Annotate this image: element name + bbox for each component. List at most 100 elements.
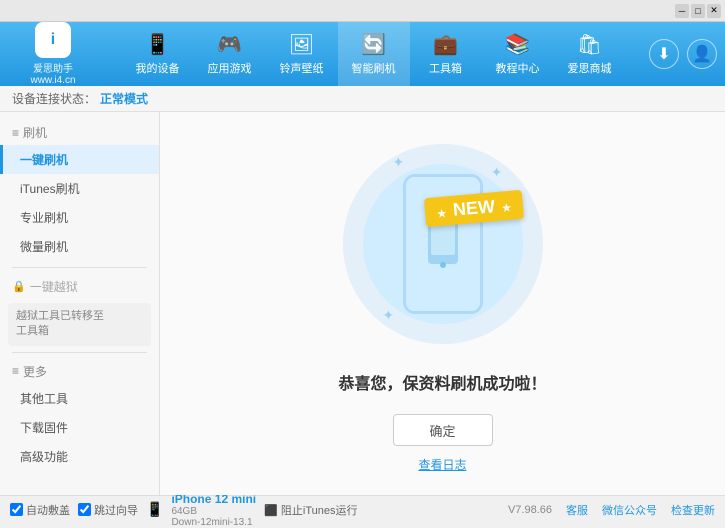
more-section-label: 更多 <box>23 363 47 380</box>
account-button[interactable]: 👤 <box>687 39 717 69</box>
nav-mall[interactable]: 🛍 爱思商城 <box>554 22 626 86</box>
ringtones-icon: 🖼 <box>289 32 314 57</box>
skip-wizard-label: 跳过向导 <box>94 502 138 518</box>
title-bar: ─ □ ✕ <box>0 0 725 22</box>
itunes-flash-label: iTunes刷机 <box>20 180 80 197</box>
toolbox-icon: 💼 <box>433 32 458 57</box>
restore-button[interactable]: □ <box>691 4 705 18</box>
logo-area: i 爱思助手 www.i4.cn <box>8 22 98 86</box>
tutorial-icon: 📚 <box>505 32 530 57</box>
sparkle-1: ✦ <box>393 154 405 171</box>
sidebar-header-more: ≡ 更多 <box>0 359 159 384</box>
nav-toolbox-label: 工具箱 <box>429 60 462 76</box>
main-layout: ≡ 刷机 一键刷机 iTunes刷机 专业刷机 微量刷机 🔒 一键越狱 <box>0 112 725 495</box>
one-key-flash-label: 一键刷机 <box>20 151 68 168</box>
pro-flash-label: 专业刷机 <box>20 209 68 226</box>
sidebar-item-pro-flash[interactable]: 专业刷机 <box>0 203 159 232</box>
check-update-link[interactable]: 检查更新 <box>671 502 715 518</box>
bottom-bar: 自动敷盖 跳过向导 📱 iPhone 12 mini 64GB Down-12m… <box>0 495 725 523</box>
logo-website: www.i4.cn <box>30 75 75 86</box>
more-section-icon: ≡ <box>12 364 19 378</box>
jailbreak-info-text: 越狱工具已转移至工具箱 <box>16 310 104 337</box>
confirm-button[interactable]: 确定 <box>393 414 493 446</box>
nav-apps-games[interactable]: 🎮 应用游戏 <box>194 22 266 86</box>
nav-smart-flash-label: 智能刷机 <box>352 60 396 76</box>
nav-toolbox[interactable]: 💼 工具箱 <box>410 22 482 86</box>
sidebar-item-advanced[interactable]: 高级功能 <box>0 442 159 471</box>
sidebar-section-flash: ≡ 刷机 一键刷机 iTunes刷机 专业刷机 微量刷机 <box>0 120 159 261</box>
success-message: 恭喜您，保资料刷机成功啦！ <box>338 376 546 393</box>
device-model: Down-12mini-13.1 <box>171 517 256 528</box>
sidebar-item-itunes-flash[interactable]: iTunes刷机 <box>0 174 159 203</box>
hero-illustration: NEW ✦ ✦ ✦ <box>333 134 553 354</box>
content-area: NEW ✦ ✦ ✦ 恭喜您，保资料刷机成功啦！ 确定 查看日志 <box>160 112 725 495</box>
nav-my-device-label: 我的设备 <box>136 60 180 76</box>
nav-apps-label: 应用游戏 <box>208 60 252 76</box>
nav-smart-flash[interactable]: 🔄 智能刷机 <box>338 22 410 86</box>
device-storage: 64GB <box>171 506 256 517</box>
bottom-right: V7.98.66 客服 微信公众号 检查更新 <box>508 502 715 518</box>
flash-icon: 🔄 <box>361 32 386 57</box>
nav-right: ⬇ 👤 <box>649 39 717 69</box>
sidebar-item-one-key-flash[interactable]: 一键刷机 <box>0 145 159 174</box>
flash-section-icon: ≡ <box>12 126 19 140</box>
stop-itunes-button[interactable]: ⬛ 阻止iTunes运行 <box>264 502 357 518</box>
sidebar-item-other-tools[interactable]: 其他工具 <box>0 384 159 413</box>
lock-icon: 🔒 <box>12 280 26 293</box>
skip-wizard-input[interactable] <box>78 503 91 516</box>
window-controls: ─ □ ✕ <box>675 4 721 18</box>
sparkle-2: ✦ <box>491 164 503 181</box>
phone-icon: 📱 <box>146 501 163 518</box>
sparkle-3: ✦ <box>383 307 395 324</box>
mall-icon: 🛍 <box>577 32 602 57</box>
minimize-button[interactable]: ─ <box>675 4 689 18</box>
close-button[interactable]: ✕ <box>707 4 721 18</box>
download-firmware-label: 下载固件 <box>20 419 68 436</box>
sidebar-section-jailbreak: 🔒 一键越狱 越狱工具已转移至工具箱 <box>0 274 159 346</box>
jailbreak-info-box: 越狱工具已转移至工具箱 <box>8 303 151 346</box>
micro-flash-label: 微量刷机 <box>20 238 68 255</box>
skip-wizard-checkbox[interactable]: 跳过向导 <box>78 502 138 518</box>
auto-close-input[interactable] <box>10 503 23 516</box>
sidebar-item-download-firmware[interactable]: 下载固件 <box>0 413 159 442</box>
advanced-label: 高级功能 <box>20 448 68 465</box>
jailbreak-section-label: 一键越狱 <box>30 278 78 295</box>
nav-ringtones-label: 铃声壁纸 <box>280 60 324 76</box>
device-icon: 📱 <box>145 32 170 57</box>
view-log-link[interactable]: 查看日志 <box>418 456 466 473</box>
nav-mall-label: 爱思商城 <box>568 60 612 76</box>
new-badge-text: NEW <box>452 196 496 220</box>
sidebar-header-flash: ≡ 刷机 <box>0 120 159 145</box>
success-text: 恭喜您，保资料刷机成功啦！ <box>338 370 546 394</box>
sidebar-header-jailbreak: 🔒 一键越狱 <box>0 274 159 299</box>
flash-section-label: 刷机 <box>23 124 47 141</box>
sidebar-section-more: ≡ 更多 其他工具 下载固件 高级功能 <box>0 359 159 471</box>
divider-1 <box>12 267 147 268</box>
nav-tutorial[interactable]: 📚 教程中心 <box>482 22 554 86</box>
auto-close-checkbox[interactable]: 自动敷盖 <box>10 502 70 518</box>
bottom-left: 自动敷盖 跳过向导 📱 iPhone 12 mini 64GB Down-12m… <box>10 492 358 528</box>
version-text: V7.98.66 <box>508 504 552 516</box>
status-prefix: 设备连接状态： <box>12 90 96 107</box>
device-info: 📱 <box>146 501 163 518</box>
wechat-link[interactable]: 微信公众号 <box>602 502 657 518</box>
top-nav: i 爱思助手 www.i4.cn 📱 我的设备 🎮 应用游戏 🖼 铃声壁纸 🔄 … <box>0 22 725 86</box>
logo-char: i <box>51 31 55 49</box>
sidebar: ≡ 刷机 一键刷机 iTunes刷机 专业刷机 微量刷机 🔒 一键越狱 <box>0 112 160 495</box>
logo-icon: i <box>35 22 71 58</box>
nav-ringtones[interactable]: 🖼 铃声壁纸 <box>266 22 338 86</box>
nav-tutorial-label: 教程中心 <box>496 60 540 76</box>
customer-service-link[interactable]: 客服 <box>566 502 588 518</box>
auto-close-label: 自动敷盖 <box>26 502 70 518</box>
divider-2 <box>12 352 147 353</box>
status-value: 正常模式 <box>100 90 148 107</box>
sidebar-item-micro-flash[interactable]: 微量刷机 <box>0 232 159 261</box>
download-button[interactable]: ⬇ <box>649 39 679 69</box>
apps-icon: 🎮 <box>217 32 242 57</box>
logo-appname: 爱思助手 <box>33 60 73 75</box>
status-bar: 设备连接状态： 正常模式 <box>0 86 725 112</box>
nav-items: 📱 我的设备 🎮 应用游戏 🖼 铃声壁纸 🔄 智能刷机 💼 工具箱 📚 教程中心… <box>98 22 649 86</box>
nav-my-device[interactable]: 📱 我的设备 <box>122 22 194 86</box>
other-tools-label: 其他工具 <box>20 390 68 407</box>
device-details: iPhone 12 mini 64GB Down-12mini-13.1 <box>171 492 256 528</box>
